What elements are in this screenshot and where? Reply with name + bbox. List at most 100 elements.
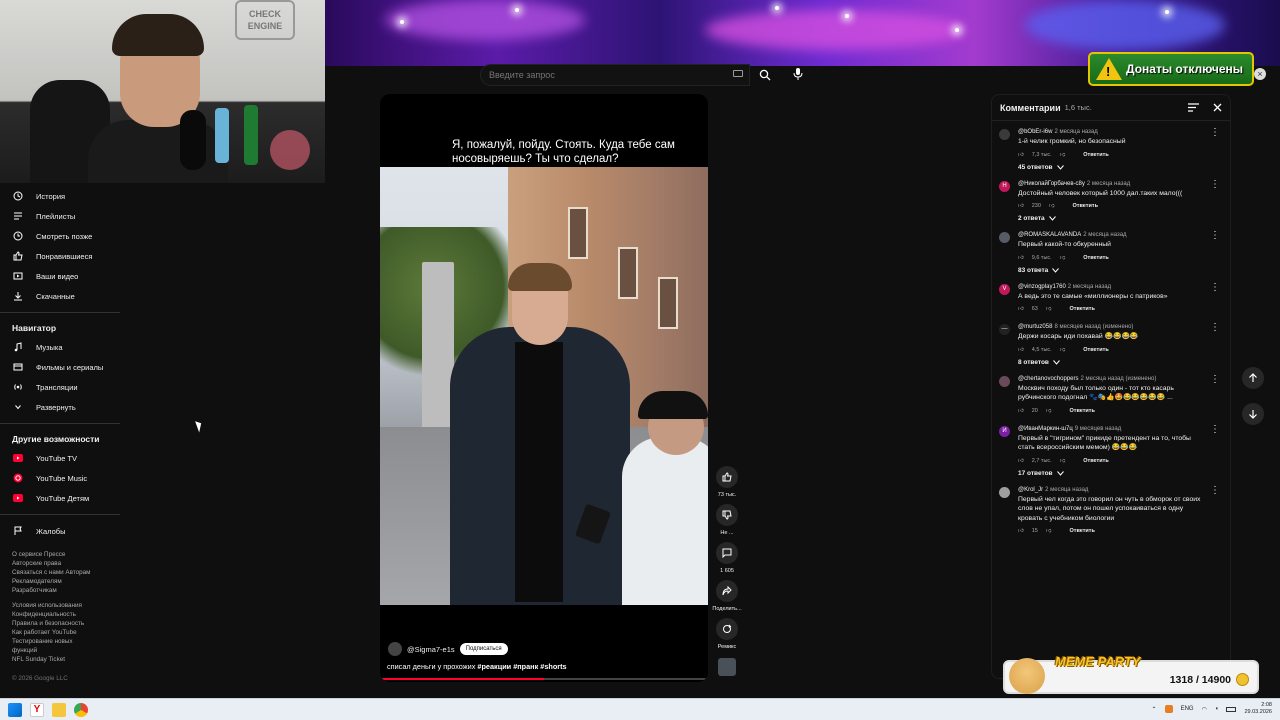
next-short-button[interactable] [1242, 403, 1264, 425]
sidebar-item-downloads[interactable]: Скачанные [0, 286, 120, 306]
battery-icon[interactable] [1226, 706, 1237, 712]
comment-avatar[interactable] [999, 232, 1010, 243]
remix-button[interactable]: Ремикс [711, 618, 743, 650]
sidebar-item-liked[interactable]: Понравившиеся [0, 246, 120, 266]
footer-link[interactable]: О сервисе Прессе [12, 550, 122, 559]
share-button[interactable]: Поделить... [711, 580, 743, 612]
replies-toggle[interactable]: 8 ответов [1018, 359, 1222, 366]
sidebar-item-music[interactable]: Музыка [0, 337, 120, 357]
search-input[interactable] [481, 65, 749, 85]
footer-link[interactable]: Тестирование новых [12, 637, 122, 646]
sidebar-item-reports[interactable]: Жалобы [0, 521, 120, 541]
comment-avatar[interactable]: Н [999, 180, 1010, 192]
comment-author[interactable]: @chertanovochoppers [1018, 376, 1078, 382]
more-options-icon[interactable]: ⋮ [1210, 485, 1220, 495]
subscribe-button[interactable]: Подписаться [459, 643, 508, 655]
search-box[interactable] [480, 64, 750, 86]
sort-icon[interactable] [1188, 99, 1199, 117]
footer-link[interactable]: Как работает YouTube [12, 628, 122, 637]
footer-link[interactable]: Связаться с нами Авторам [12, 568, 122, 577]
sidebar-item-watch-later[interactable]: Смотреть позже [0, 226, 120, 246]
footer-link[interactable]: Разработчикам [12, 586, 122, 595]
channel-avatar[interactable] [388, 642, 402, 656]
thumb-up-icon[interactable]: 👍︎ [1018, 408, 1024, 414]
thumb-up-icon[interactable]: 👍︎ [1018, 255, 1024, 261]
thumb-down-icon[interactable]: 👎︎ [1046, 408, 1052, 414]
reply-button[interactable]: Ответить [1069, 306, 1094, 312]
more-options-icon[interactable]: ⋮ [1210, 179, 1220, 189]
footer-link[interactable]: Авторские права [12, 559, 122, 568]
reply-button[interactable]: Ответить [1069, 528, 1094, 534]
sidebar-item-movies[interactable]: Фильмы и сериалы [0, 357, 120, 377]
chevron-up-icon[interactable]: ⌃ [1152, 706, 1157, 713]
sidebar-item-playlists[interactable]: Плейлисты [0, 206, 120, 226]
reply-button[interactable]: Ответить [1073, 203, 1098, 209]
audio-thumbnail[interactable] [711, 656, 743, 676]
more-options-icon[interactable]: ⋮ [1210, 424, 1220, 434]
search-button[interactable] [752, 64, 778, 86]
thumb-down-icon[interactable]: 👎︎ [1060, 152, 1066, 158]
comment-avatar[interactable]: — [999, 324, 1010, 335]
comments-button[interactable]: 1 605 [711, 542, 743, 574]
comment-author[interactable]: @Krol_Jr [1018, 487, 1043, 493]
footer-link[interactable]: NFL Sunday Ticket [12, 655, 122, 664]
sidebar-item-expand[interactable]: Развернуть [0, 397, 120, 417]
channel-name[interactable]: @Sigma7-e1s [407, 645, 455, 654]
comment-avatar[interactable] [999, 486, 1010, 498]
sidebar-item-youtube-kids[interactable]: YouTube Детям [0, 488, 120, 508]
volume-icon[interactable]: ◖ [1215, 706, 1219, 712]
sidebar-item-your-videos[interactable]: Ваши видео [0, 266, 120, 286]
sidebar-item-youtube-music[interactable]: YouTube Music [0, 468, 120, 488]
progress-bar[interactable] [380, 678, 708, 680]
thumb-up-icon[interactable]: 👍︎ [1018, 152, 1024, 158]
dislike-button[interactable]: Не ... [711, 504, 743, 536]
windows-start-icon[interactable] [8, 702, 22, 717]
comment-author[interactable]: @НиколайГорбачев-с8у [1018, 181, 1085, 187]
sidebar-item-live[interactable]: Трансляции [0, 377, 120, 397]
thumb-down-icon[interactable]: 👎︎ [1060, 255, 1066, 261]
replies-toggle[interactable]: 2 ответа [1018, 215, 1222, 222]
thumb-down-icon[interactable]: 👎︎ [1046, 306, 1052, 312]
reply-button[interactable]: Ответить [1083, 255, 1108, 261]
replies-toggle[interactable]: 45 ответов [1018, 164, 1222, 171]
thumb-up-icon[interactable]: 👍︎ [1018, 306, 1024, 312]
comment-author[interactable]: @murtuz058 [1018, 324, 1052, 330]
file-explorer-icon[interactable] [52, 702, 66, 717]
close-icon[interactable]: × [1254, 68, 1266, 80]
comment-avatar[interactable] [999, 375, 1010, 387]
thumb-up-icon[interactable]: 👍︎ [1018, 528, 1024, 534]
thumb-down-icon[interactable]: 👎︎ [1060, 347, 1066, 353]
footer-link[interactable]: Правила и безопасность [12, 619, 122, 628]
thumb-down-icon[interactable]: 👎︎ [1046, 528, 1052, 534]
comment-author[interactable]: @bObEr-i6w [1018, 129, 1052, 135]
app-tray-icon[interactable] [1164, 705, 1173, 713]
reply-button[interactable]: Ответить [1069, 408, 1094, 414]
reply-button[interactable]: Ответить [1083, 152, 1108, 158]
reply-button[interactable]: Ответить [1083, 458, 1108, 464]
more-options-icon[interactable]: ⋮ [1210, 231, 1220, 241]
more-options-icon[interactable]: ⋮ [1210, 128, 1220, 138]
clock[interactable]: 2:08 29.03.2026 [1244, 702, 1272, 716]
footer-link[interactable]: функций [12, 646, 122, 655]
more-options-icon[interactable]: ⋮ [1210, 374, 1220, 384]
footer-link[interactable]: Конфиденциальность [12, 610, 122, 619]
keyboard-icon[interactable] [733, 70, 743, 77]
chrome-icon[interactable] [74, 702, 88, 717]
wifi-icon[interactable]: ◠ [1202, 706, 1207, 713]
comment-author[interactable]: @ИванМаркин-ш7ц [1018, 426, 1073, 432]
comment-avatar[interactable] [999, 129, 1010, 140]
previous-short-button[interactable] [1242, 367, 1264, 389]
comment-avatar[interactable]: И [999, 425, 1010, 437]
replies-toggle[interactable]: 83 ответа [1018, 267, 1222, 274]
video-frame[interactable] [380, 167, 708, 605]
comment-author[interactable]: @vinzogplay1760 [1018, 284, 1066, 290]
footer-link[interactable]: Условия использования [12, 601, 122, 610]
like-button[interactable]: 73 тыс. [711, 466, 743, 498]
language-indicator[interactable]: ENG [1181, 706, 1194, 712]
replies-toggle[interactable]: 17 ответов [1018, 470, 1222, 477]
thumb-down-icon[interactable]: 👎︎ [1060, 458, 1066, 464]
short-player[interactable]: Я, пожалуй, пойду. Стоять. Куда тебе сам… [380, 94, 708, 682]
description-hashtags[interactable]: #реакции #пранк #shorts [477, 662, 566, 671]
footer-link[interactable]: Рекламодателям [12, 577, 122, 586]
thumb-up-icon[interactable]: 👍︎ [1018, 347, 1024, 353]
